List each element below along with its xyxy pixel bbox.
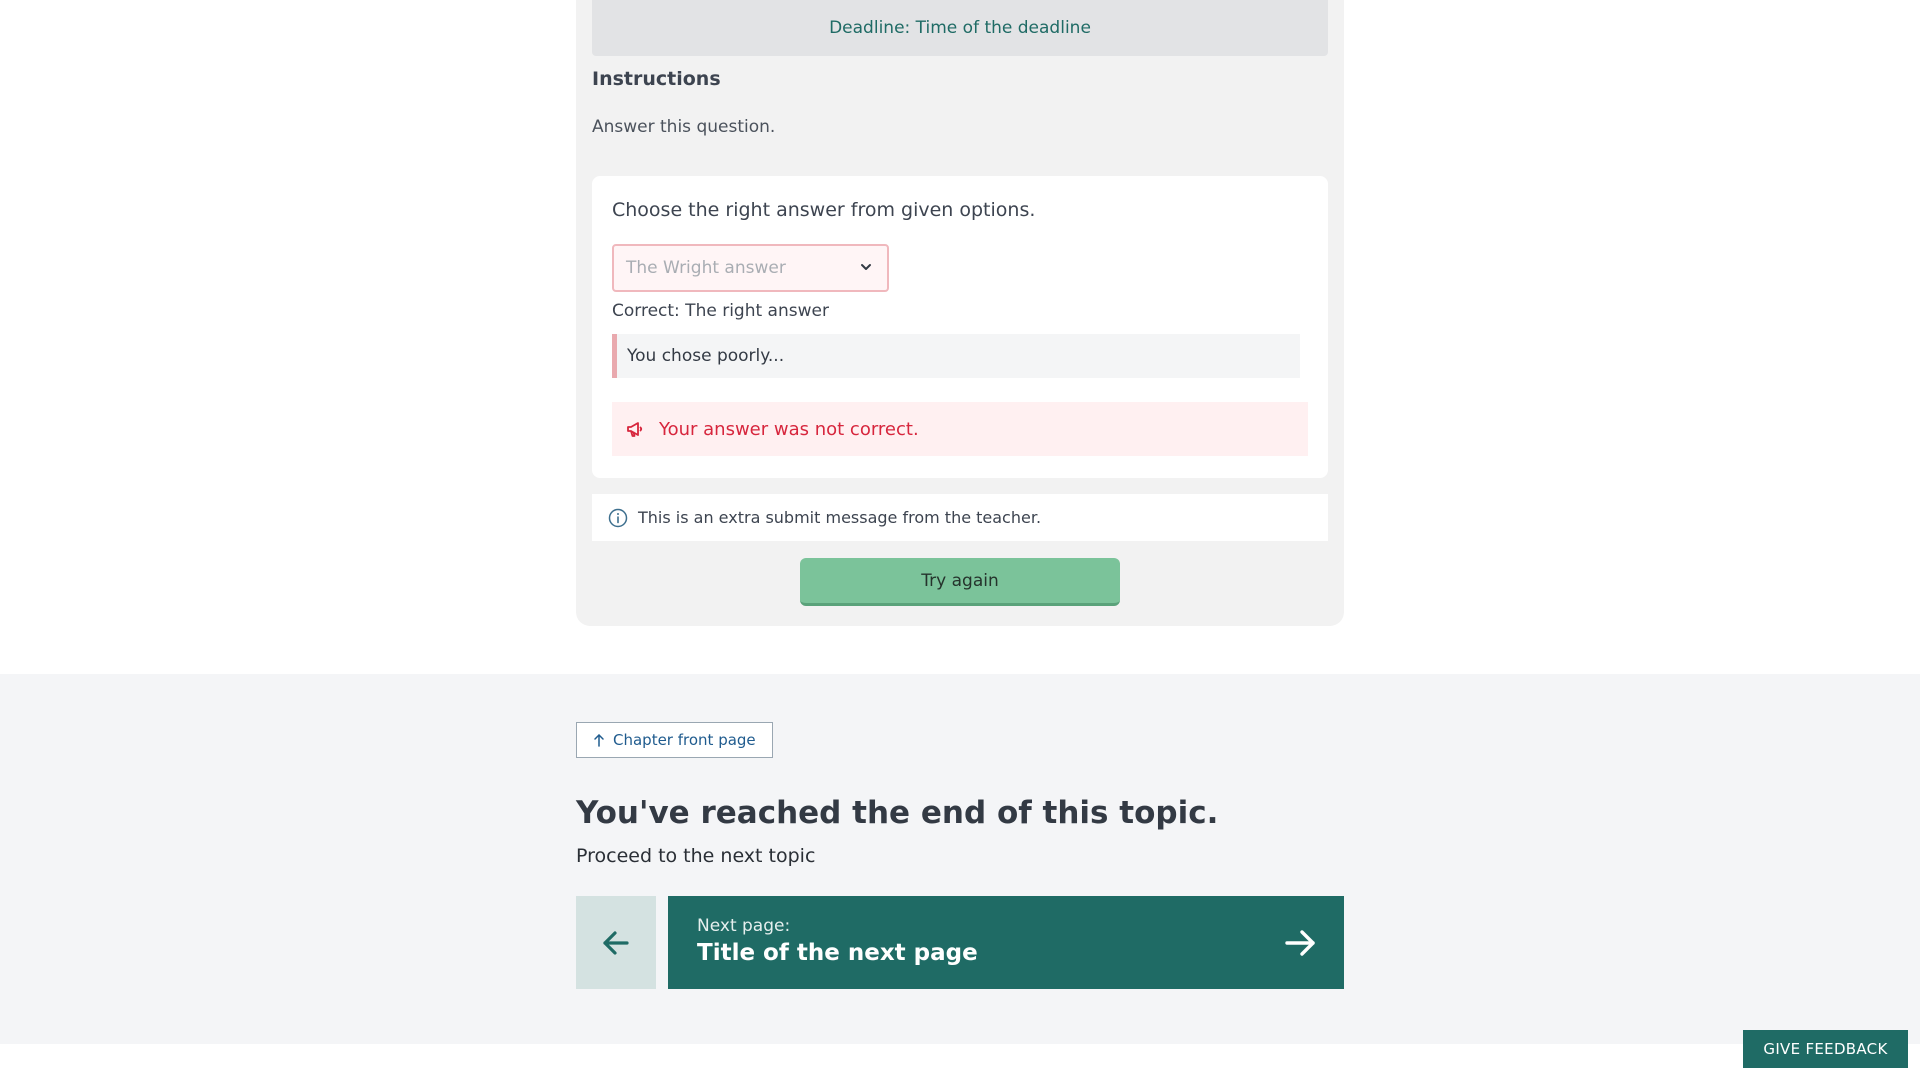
teacher-message: This is an extra submit message from the… (592, 494, 1328, 541)
arrow-up-icon (594, 734, 604, 747)
proceed-text: Proceed to the next topic (576, 845, 816, 867)
answer-feedback-text: You chose poorly... (627, 346, 785, 366)
chevron-down-icon (861, 264, 871, 270)
deadline-text: Deadline: Time of the deadline (829, 18, 1091, 38)
question-prompt: Choose the right answer from given optio… (612, 199, 1036, 221)
error-alert: Your answer was not correct. (612, 402, 1308, 456)
give-feedback-button[interactable]: GIVE FEEDBACK (1743, 1030, 1908, 1068)
chapter-front-page-link[interactable]: Chapter front page (576, 722, 773, 758)
correct-answer-text: Correct: The right answer (612, 301, 829, 321)
megaphone-icon (627, 422, 643, 437)
instructions-heading: Instructions (592, 68, 721, 90)
end-of-topic-heading: You've reached the end of this topic. (576, 795, 1219, 831)
question-card: Choose the right answer from given optio… (592, 176, 1328, 478)
next-page-button[interactable]: Next page: Title of the next page (668, 896, 1344, 989)
previous-page-button[interactable] (576, 896, 656, 989)
teacher-message-text: This is an extra submit message from the… (638, 508, 1042, 527)
answer-feedback: You chose poorly... (612, 334, 1300, 378)
answer-select[interactable]: The Wright answer (612, 244, 889, 292)
answer-select-value: The Wright answer (626, 258, 786, 278)
next-page-title: Title of the next page (697, 940, 978, 966)
info-icon (608, 508, 628, 527)
next-page-label: Next page: (697, 916, 791, 936)
error-alert-text: Your answer was not correct. (659, 418, 919, 440)
try-again-button[interactable]: Try again (800, 558, 1120, 606)
chapter-front-page-label: Chapter front page (613, 731, 756, 749)
instructions-text: Answer this question. (592, 117, 776, 137)
arrow-right-icon (1285, 930, 1315, 956)
arrow-left-icon (603, 930, 629, 955)
deadline-bar: Deadline: Time of the deadline (592, 0, 1328, 56)
